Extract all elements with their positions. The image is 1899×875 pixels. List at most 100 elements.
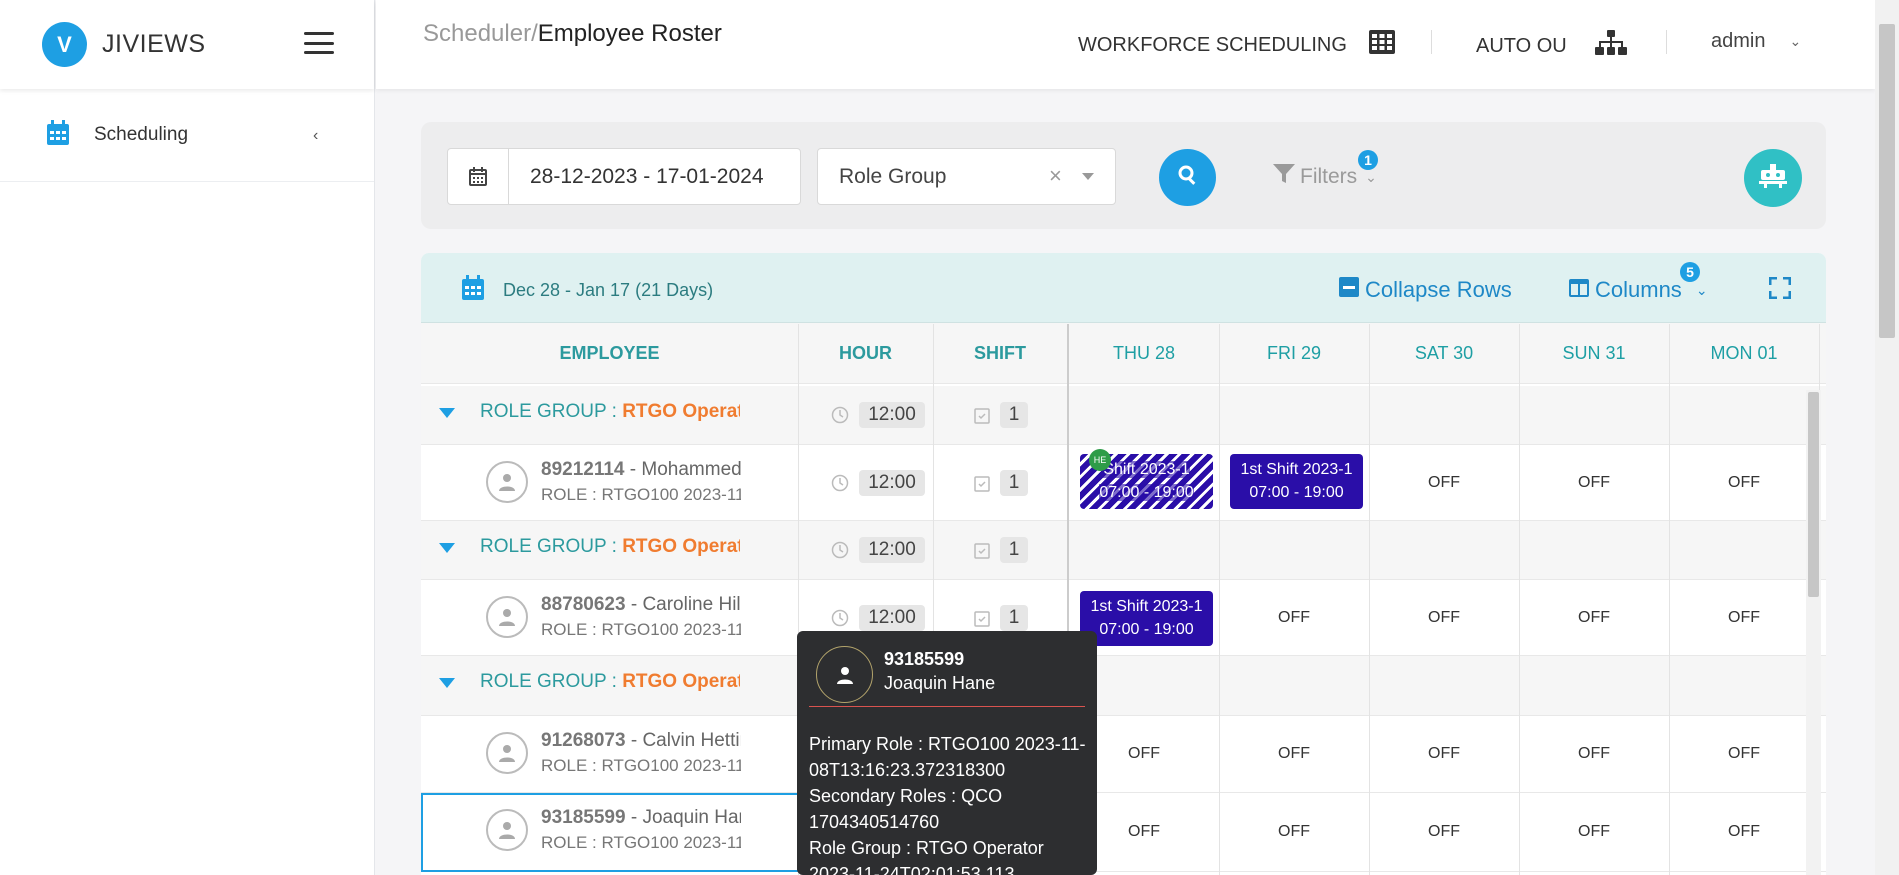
role-value: RTGO100 2023-11-08 [601,485,741,504]
employee-fullname: Mohammed Turr [641,459,741,480]
auto-ou-menu[interactable]: AUTO OU [1476,30,1627,62]
collapse-rows-label: Collapse Rows [1365,277,1512,302]
employee-tooltip: 93185599 Joaquin Hane Primary Role : RTG… [797,631,1097,875]
tooltip-employee-name: Joaquin Hane [884,673,996,693]
off-cell[interactable]: OFF [1669,445,1819,520]
breadcrumb-parent[interactable]: Scheduler/ [423,20,538,47]
fullscreen-icon[interactable] [1768,276,1792,304]
day-header[interactable]: MON 01 [1669,323,1819,383]
page-scrollbar[interactable] [1875,0,1899,875]
off-cell[interactable]: OFF [1219,793,1369,871]
hours-pill: 12:00 [859,469,925,496]
date-range-input[interactable]: 28-12-2023 - 17-01-2024 [509,149,764,204]
off-cell[interactable]: OFF [1519,580,1669,655]
role-value: RTGO100 2023-11-08 [601,756,741,775]
role-prefix: ROLE : [541,485,602,504]
hamburger-menu-icon[interactable] [304,32,334,54]
range-text: Dec 28 - Jan 17 (21 Days) [503,280,714,300]
role-group-name: RTGO Operator 2023- [622,671,740,692]
off-cell[interactable]: OFF [1369,716,1519,792]
employee-column-header[interactable]: EMPLOYEE [421,323,798,383]
avatar [486,461,528,503]
role-group-name: RTGO Operator 2023- [622,536,740,557]
collapse-triangle-icon[interactable] [439,543,455,553]
user-menu[interactable]: admin ⌄ [1711,30,1801,53]
calendar-check-icon [973,474,990,492]
shift-column-header[interactable]: SHIFT [933,323,1067,383]
column-divider [1369,324,1370,875]
calendar-icon [461,275,485,306]
off-cell[interactable]: OFF [1669,716,1819,792]
group-shifts: 1 [961,521,1041,579]
grid-icon [1368,30,1395,60]
hour-column-header[interactable]: HOUR [798,323,933,383]
role-group-select[interactable]: Role Group × [817,148,1116,205]
role-group-row[interactable]: ROLE GROUP : RTGO Operator 2023- 12:00 1 [421,386,1826,445]
employee-name[interactable]: 88780623 - Caroline Hilll [541,594,741,616]
clear-icon[interactable]: × [1049,163,1062,189]
collapse-triangle-icon[interactable] [439,408,455,418]
collapse-triangle-icon[interactable] [439,678,455,688]
off-cell[interactable]: OFF [1669,793,1819,871]
employee-role: ROLE : RTGO100 2023-11-08 [541,620,741,640]
employee-role: ROLE : RTGO100 2023-11-08 [541,485,741,505]
group-hours: 12:00 [818,386,938,444]
shift-title: 1st Shift 2023-1 [1090,598,1203,615]
collapse-rows-button[interactable]: Collapse Rows [1339,277,1512,303]
off-cell[interactable]: OFF [1369,580,1519,655]
page-title: Employee Roster [537,20,722,47]
chevron-down-icon: ⌄ [1365,168,1377,185]
tooltip-role-group: Role Group : RTGO Operator 2023-11-24T02… [809,838,1044,875]
off-cell[interactable]: OFF [1669,580,1819,655]
employee-name[interactable]: 91268073 - Calvin Hettinger [541,730,741,752]
shift-block[interactable]: 1st Shift 2023-1 07:00 - 19:00 [1080,591,1213,646]
shifts-pill: 1 [999,537,1029,563]
dropdown-arrow-icon[interactable] [1082,173,1094,180]
employee-name[interactable]: 89212114 - Mohammed Turr [541,459,741,481]
day-header[interactable]: FRI 29 [1219,323,1369,383]
off-cell[interactable]: OFF [1519,716,1669,792]
column-divider [1669,324,1670,875]
off-cell[interactable]: OFF [1219,716,1369,792]
clock-icon [831,609,849,627]
logo-icon[interactable]: V [42,22,87,67]
search-button[interactable] [1159,149,1216,206]
divider [1431,30,1432,54]
off-cell[interactable]: OFF [1369,793,1519,871]
group-shifts: 1 [961,386,1041,444]
sidebar-item-scheduling[interactable]: Scheduling ‹ [0,89,374,182]
off-cell[interactable]: OFF [1519,793,1669,871]
day-header[interactable]: SUN 31 [1519,323,1669,383]
auto-schedule-button[interactable] [1744,149,1802,207]
date-range-picker[interactable]: 28-12-2023 - 17-01-2024 [447,148,801,205]
scrollbar-thumb[interactable] [1808,392,1819,597]
off-cell[interactable]: OFF [1219,580,1369,655]
tooltip-secondary-roles: Secondary Roles : QCO 1704340514760 [809,786,1003,832]
role-group-label: ROLE GROUP : RTGO Operator 2023- [480,671,740,693]
role-group-label: ROLE GROUP : RTGO Operator 2023- [480,536,740,558]
chevron-down-icon: ⌄ [1695,281,1708,298]
workforce-scheduling-menu[interactable]: WORKFORCE SCHEDULING [1078,30,1395,60]
scrollbar-thumb[interactable] [1879,24,1895,338]
hours-pill: 12:00 [859,537,925,563]
avatar [486,596,528,638]
clock-icon [831,541,849,559]
auto-ou-label: AUTO OU [1476,34,1567,57]
off-cell[interactable]: OFF [1369,445,1519,520]
role-group-row[interactable]: ROLE GROUP : RTGO Operator 2023- [421,656,1826,716]
calendar-icon[interactable] [448,149,509,204]
day-header[interactable]: THU 28 [1069,323,1219,383]
brand-name: JIVIEWS [102,30,206,58]
role-group-row[interactable]: ROLE GROUP : RTGO Operator 2023- 12:00 1 [421,521,1826,580]
roster-scrollbar[interactable] [1806,390,1821,875]
calendar-check-icon [973,541,990,559]
columns-label: Columns [1595,277,1682,302]
filter-icon [1273,164,1295,190]
day-header[interactable]: SAT 30 [1369,323,1519,383]
employee-id: 91268073 [541,730,626,751]
off-cell[interactable]: OFF [1519,445,1669,520]
chevron-left-icon[interactable]: ‹ [313,127,318,145]
employee-row[interactable]: 91268073 - Calvin Hettinger ROLE : RTGO1… [421,716,1826,793]
shift-block[interactable]: 1st Shift 2023-1 07:00 - 19:00 [1230,454,1363,509]
minus-square-icon [1339,277,1359,303]
